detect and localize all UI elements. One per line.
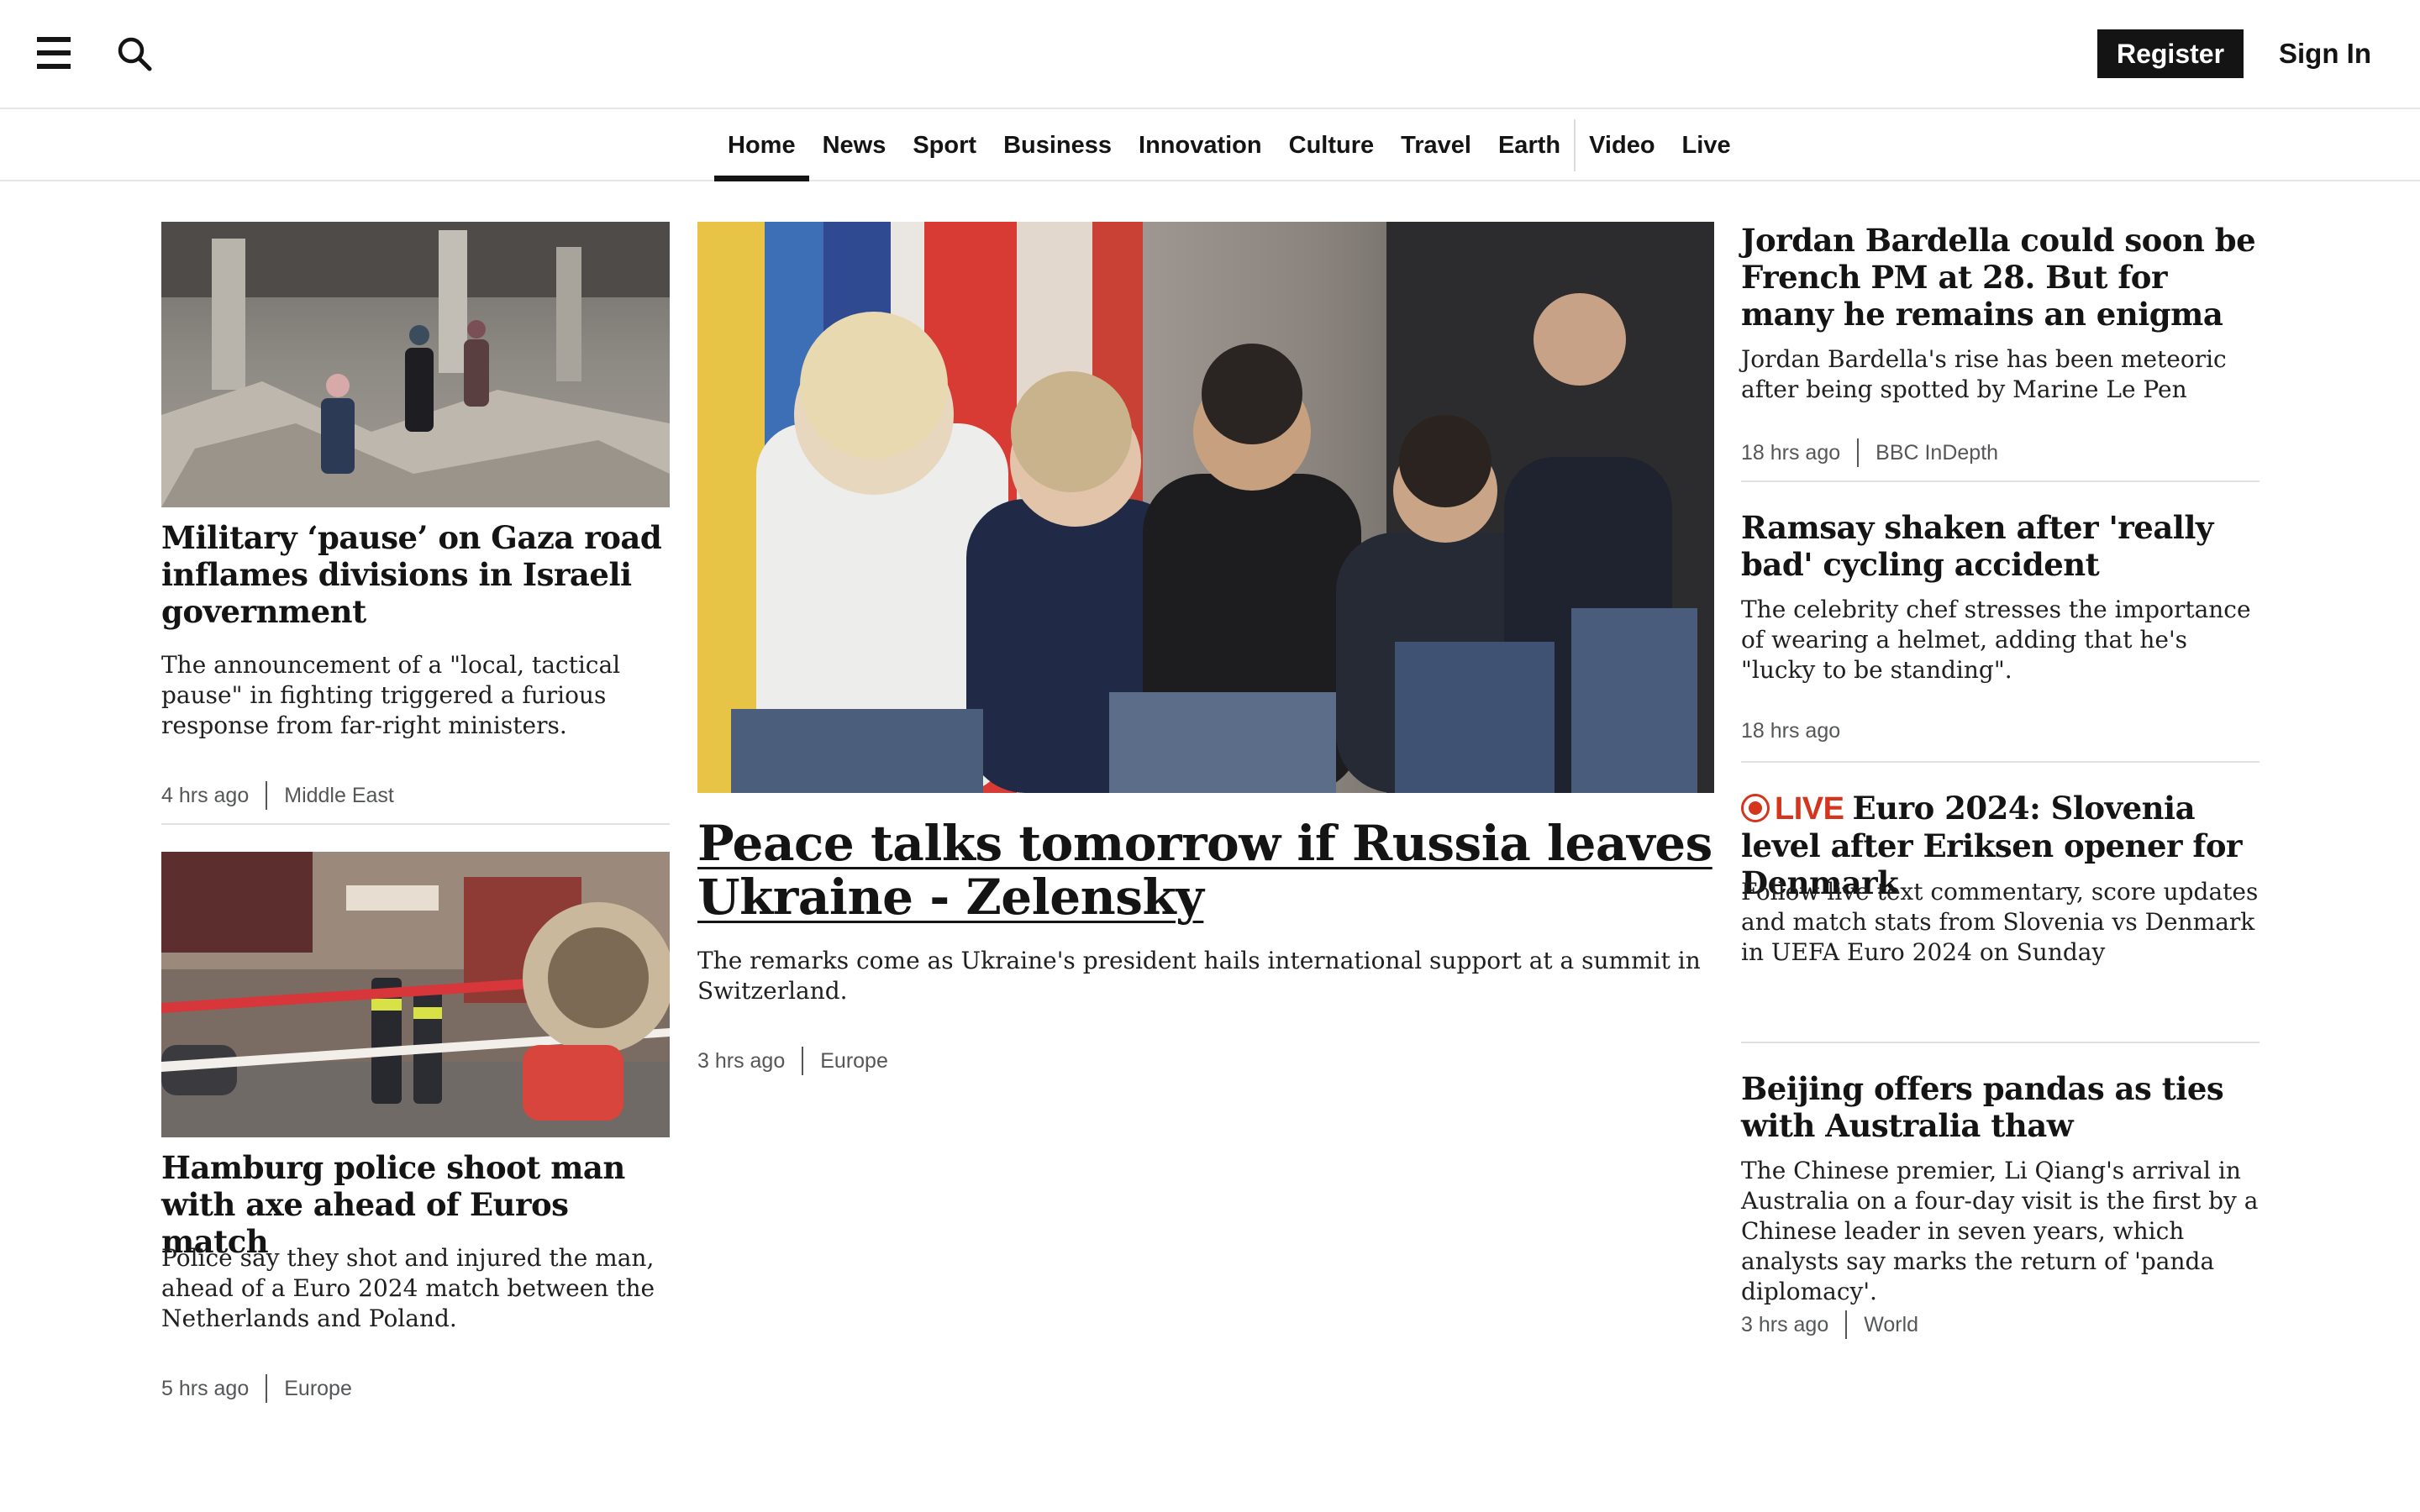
live-indicator-icon bbox=[1741, 794, 1770, 822]
story-summary-bardella: Jordan Bardella's rise has been meteoric… bbox=[1741, 345, 2227, 403]
nav-item-news[interactable]: News bbox=[809, 109, 900, 181]
lead-story-meta: 3 hrs ago Europe bbox=[697, 1047, 888, 1075]
nav-item-innovation[interactable]: Innovation bbox=[1125, 109, 1276, 181]
register-button[interactable]: Register bbox=[2097, 29, 2244, 78]
meta-divider bbox=[266, 1374, 268, 1403]
story-meta-hamburg: 5 hrs ago Europe bbox=[161, 1374, 352, 1403]
story-summary-hamburg: Police say they shot and injured the man… bbox=[161, 1244, 655, 1332]
meta-divider bbox=[266, 781, 268, 810]
hamburg-police-photo[interactable] bbox=[161, 852, 670, 1137]
meta-divider bbox=[802, 1047, 804, 1075]
nav-item-sport[interactable]: Sport bbox=[899, 109, 990, 181]
meta-divider bbox=[1845, 1310, 1848, 1339]
story-summary-gaza: The announcement of a "local, tactical p… bbox=[161, 651, 621, 739]
search-icon[interactable] bbox=[116, 35, 153, 72]
story-meta-ramsay: 18 hrs ago bbox=[1741, 719, 1840, 743]
story-divider bbox=[1741, 1042, 2260, 1043]
story-timestamp: 4 hrs ago bbox=[161, 783, 250, 807]
nav-item-business[interactable]: Business bbox=[990, 109, 1125, 181]
live-badge: LIVE bbox=[1741, 791, 1844, 827]
meta-divider bbox=[1857, 438, 1860, 467]
story-section-link[interactable]: Europe bbox=[820, 1049, 888, 1074]
lead-story-summary: The remarks come as Ukraine's president … bbox=[697, 947, 1701, 1005]
lead-story-headline[interactable]: Peace talks tomorrow if Russia leaves Uk… bbox=[697, 816, 1731, 924]
story-timestamp: 18 hrs ago bbox=[1741, 440, 1841, 465]
story-headline-ramsay[interactable]: Ramsay shaken after 'really bad' cycling… bbox=[1741, 509, 2262, 583]
story-meta-pandas: 3 hrs ago World bbox=[1741, 1310, 1918, 1339]
story-section-link[interactable]: BBC InDepth bbox=[1876, 441, 1998, 465]
story-headline-bardella[interactable]: Jordan Bardella could soon be French PM … bbox=[1741, 222, 2262, 333]
story-section-link[interactable]: Europe bbox=[284, 1377, 352, 1401]
sign-in-link[interactable]: Sign In bbox=[2279, 29, 2371, 78]
story-divider bbox=[1741, 480, 2260, 482]
site-header: Register Sign In bbox=[0, 0, 2420, 109]
nav-item-travel[interactable]: Travel bbox=[1387, 109, 1485, 181]
nav-item-live[interactable]: Live bbox=[1669, 109, 1744, 181]
story-headline-gaza[interactable]: Military ‘pause’ on Gaza road inflames d… bbox=[161, 519, 674, 630]
nav-item-culture[interactable]: Culture bbox=[1276, 109, 1388, 181]
peace-summit-press-conference-photo[interactable] bbox=[697, 222, 1714, 793]
story-timestamp: 3 hrs ago bbox=[1741, 1312, 1829, 1336]
story-divider bbox=[1741, 761, 2260, 763]
story-summary-euro-live: Follow live text commentary, score updat… bbox=[1741, 878, 2259, 966]
gaza-rubble-photo[interactable] bbox=[161, 222, 670, 507]
hamburger-menu-icon[interactable] bbox=[37, 37, 71, 69]
story-timestamp: 18 hrs ago bbox=[1741, 719, 1841, 743]
story-meta-bardella: 18 hrs ago BBC InDepth bbox=[1741, 438, 1998, 467]
story-headline-pandas[interactable]: Beijing offers pandas as ties with Austr… bbox=[1741, 1070, 2262, 1144]
section-navigation: Home News Sport Business Innovation Cult… bbox=[0, 109, 2420, 181]
story-summary-pandas: The Chinese premier, Li Qiang's arrival … bbox=[1741, 1157, 2259, 1305]
story-summary-ramsay: The celebrity chef stresses the importan… bbox=[1741, 596, 2251, 684]
story-timestamp: 3 hrs ago bbox=[697, 1048, 786, 1073]
nav-item-video[interactable]: Video bbox=[1576, 109, 1668, 181]
story-meta-gaza: 4 hrs ago Middle East bbox=[161, 781, 394, 810]
story-section-link[interactable]: Middle East bbox=[284, 784, 394, 808]
nav-item-home[interactable]: Home bbox=[714, 109, 809, 181]
nav-item-earth[interactable]: Earth bbox=[1485, 109, 1574, 181]
story-divider bbox=[161, 823, 670, 825]
story-section-link[interactable]: World bbox=[1864, 1313, 1918, 1337]
story-timestamp: 5 hrs ago bbox=[161, 1376, 250, 1400]
